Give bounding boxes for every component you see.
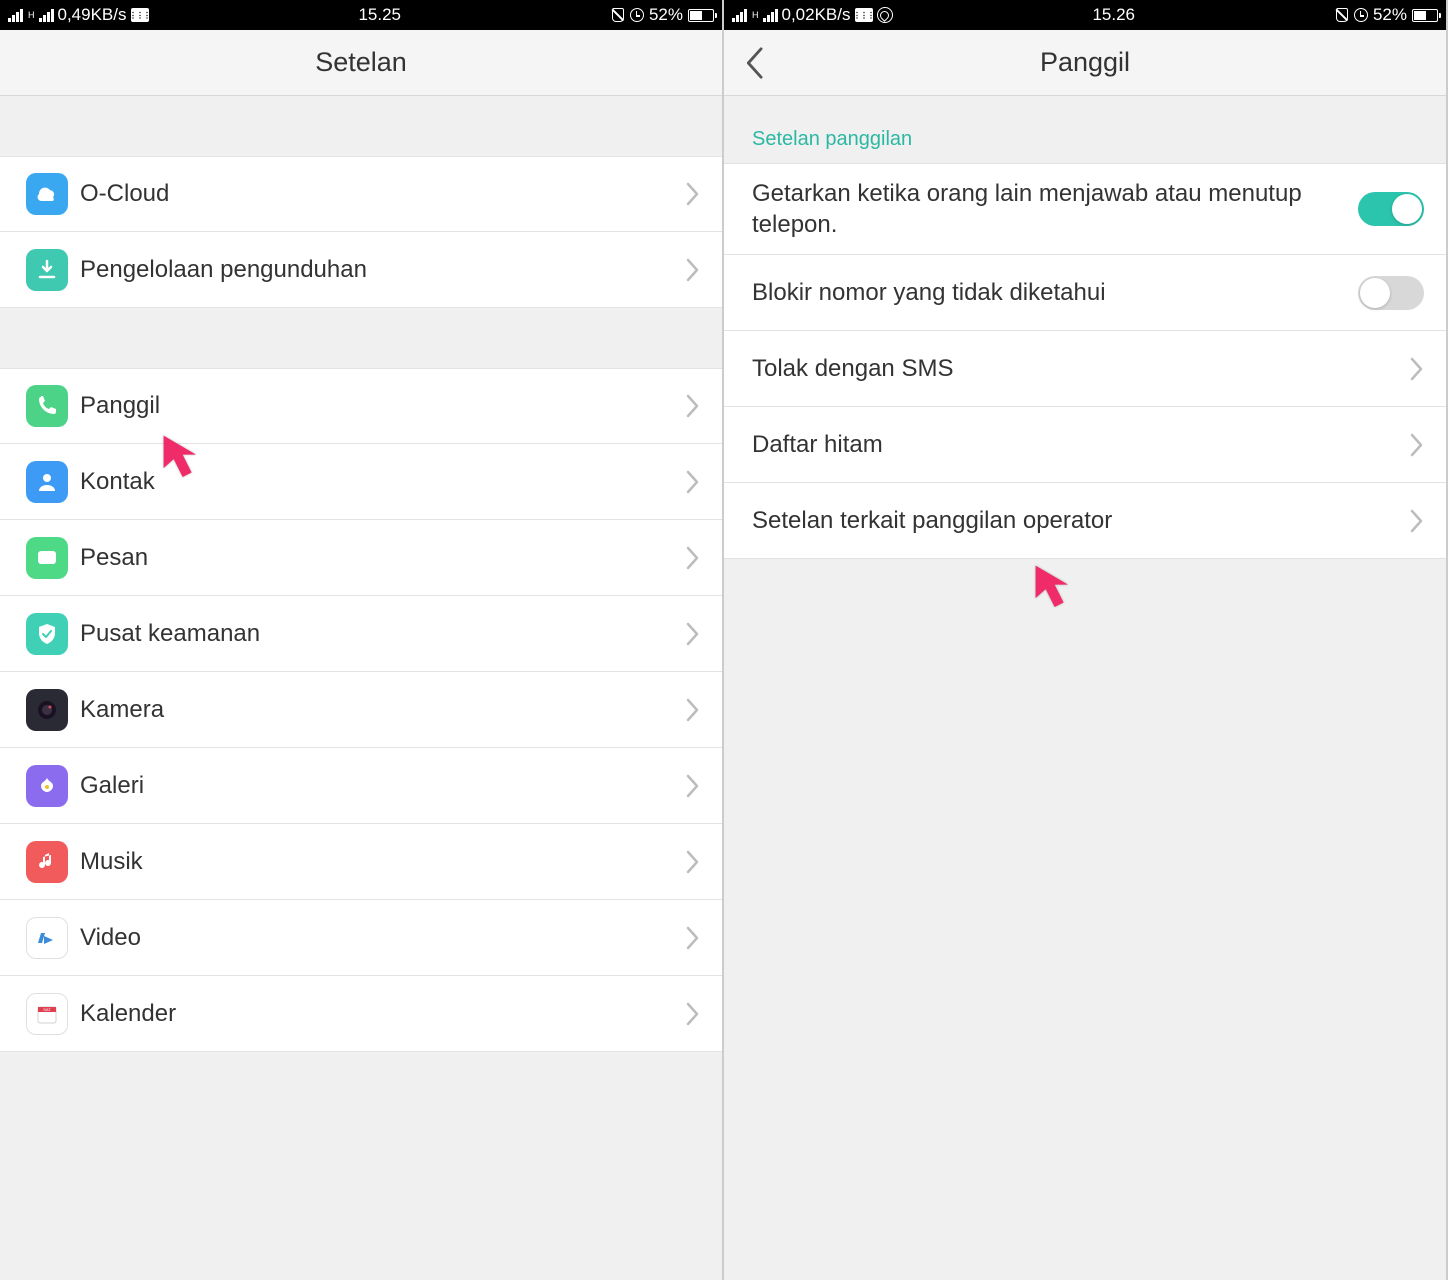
page-title: Panggil [1040, 47, 1130, 78]
alarm-icon [630, 8, 644, 22]
settings-item-video[interactable]: Video [0, 900, 722, 976]
battery-percent: 52% [1373, 5, 1407, 25]
item-label: O-Cloud [80, 178, 676, 209]
signal-icon [732, 8, 747, 22]
network-type-icon: H [752, 11, 759, 20]
settings-content: O-Cloud Pengelolaan pengunduhan Panggil … [0, 96, 722, 1280]
signal-icon-2 [39, 8, 54, 22]
chevron-right-icon [686, 470, 700, 494]
call-setting-blacklist[interactable]: Daftar hitam [724, 407, 1446, 483]
item-label: Pusat keamanan [80, 618, 676, 649]
chevron-right-icon [686, 698, 700, 722]
status-time: 15.26 [893, 5, 1335, 25]
call-settings-content: Setelan panggilan Getarkan ketika orang … [724, 96, 1446, 1280]
toggle-vibrate-on-answer[interactable] [1358, 192, 1424, 226]
settings-item-contact[interactable]: Kontak [0, 444, 722, 520]
chevron-right-icon [1410, 433, 1424, 457]
call-setting-block-unknown[interactable]: Blokir nomor yang tidak diketahui [724, 255, 1446, 331]
settings-item-camera[interactable]: Kamera [0, 672, 722, 748]
item-label: Panggil [80, 390, 676, 421]
item-label: Kamera [80, 694, 676, 725]
section-header: Setelan panggilan [724, 96, 1446, 163]
item-label: Video [80, 922, 676, 953]
gallery-icon [26, 765, 68, 807]
call-setting-reject-sms[interactable]: Tolak dengan SMS [724, 331, 1446, 407]
chevron-right-icon [686, 850, 700, 874]
contact-icon [26, 461, 68, 503]
silent-icon [1335, 8, 1349, 22]
music-icon [26, 841, 68, 883]
chevron-right-icon [686, 394, 700, 418]
header-right: Panggil [724, 30, 1446, 96]
chevron-right-icon [1410, 509, 1424, 533]
status-bar-right: H 0,02KB/s ⋮⋮⋮ 15.26 52% [724, 0, 1446, 30]
status-time: 15.25 [149, 5, 611, 25]
calendar-icon [26, 993, 68, 1035]
chevron-right-icon [686, 926, 700, 950]
settings-item-gallery[interactable]: Galeri [0, 748, 722, 824]
settings-item-music[interactable]: Musik [0, 824, 722, 900]
item-label: Daftar hitam [752, 429, 1400, 460]
chevron-right-icon [686, 1002, 700, 1026]
chevron-right-icon [686, 258, 700, 282]
item-label: Pesan [80, 542, 676, 573]
call-setting-operator[interactable]: Setelan terkait panggilan operator [724, 483, 1446, 559]
item-label: Blokir nomor yang tidak diketahui [752, 277, 1348, 308]
settings-item-download-management[interactable]: Pengelolaan pengunduhan [0, 232, 722, 308]
data-speed: 0,02KB/s [782, 5, 851, 25]
signal-icon-2 [763, 8, 778, 22]
battery-icon [688, 9, 714, 22]
call-setting-vibrate-on-answer[interactable]: Getarkan ketika orang lain menjawab atau… [724, 163, 1446, 255]
network-type-icon: H [28, 11, 35, 20]
message-icon [26, 537, 68, 579]
item-label: Kalender [80, 998, 676, 1029]
item-label: Setelan terkait panggilan operator [752, 505, 1400, 536]
battery-icon [1412, 9, 1438, 22]
chevron-right-icon [686, 774, 700, 798]
download-icon [26, 249, 68, 291]
toggle-block-unknown[interactable] [1358, 276, 1424, 310]
bbm-icon: ⋮⋮⋮ [131, 8, 149, 22]
settings-item-call[interactable]: Panggil [0, 368, 722, 444]
bbm-icon: ⋮⋮⋮ [855, 8, 873, 22]
chevron-right-icon [1410, 357, 1424, 381]
screen-settings: H 0,49KB/s ⋮⋮⋮ 15.25 52% Setelan O-Cloud… [0, 0, 724, 1280]
settings-item-calendar[interactable]: Kalender [0, 976, 722, 1052]
settings-item-security[interactable]: Pusat keamanan [0, 596, 722, 672]
item-label: Tolak dengan SMS [752, 353, 1400, 384]
chevron-right-icon [686, 546, 700, 570]
phone-icon [26, 385, 68, 427]
silent-icon [611, 8, 625, 22]
item-label: Musik [80, 846, 676, 877]
settings-item-ocloud[interactable]: O-Cloud [0, 156, 722, 232]
item-label: Galeri [80, 770, 676, 801]
screen-call-settings: H 0,02KB/s ⋮⋮⋮ 15.26 52% Panggil Setelan… [724, 0, 1448, 1280]
chevron-right-icon [686, 182, 700, 206]
item-label: Getarkan ketika orang lain menjawab atau… [752, 178, 1348, 240]
whatsapp-icon [877, 7, 893, 23]
signal-icon [8, 8, 23, 22]
back-button[interactable] [744, 46, 764, 80]
data-speed: 0,49KB/s [58, 5, 127, 25]
item-label: Pengelolaan pengunduhan [80, 254, 676, 285]
header-left: Setelan [0, 30, 722, 96]
video-icon [26, 917, 68, 959]
item-label: Kontak [80, 466, 676, 497]
page-title: Setelan [315, 47, 407, 78]
battery-percent: 52% [649, 5, 683, 25]
chevron-right-icon [686, 622, 700, 646]
alarm-icon [1354, 8, 1368, 22]
settings-item-messages[interactable]: Pesan [0, 520, 722, 596]
cloud-icon [26, 173, 68, 215]
shield-icon [26, 613, 68, 655]
camera-icon [26, 689, 68, 731]
status-bar-left: H 0,49KB/s ⋮⋮⋮ 15.25 52% [0, 0, 722, 30]
